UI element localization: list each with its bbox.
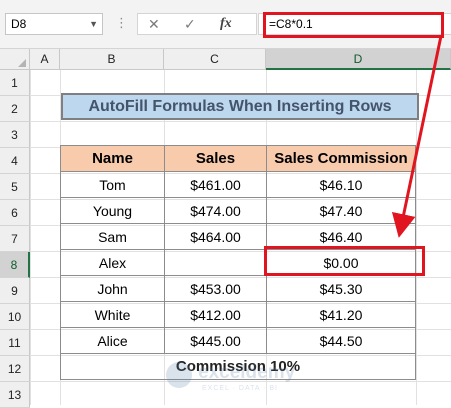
arrow-line (391, 35, 443, 238)
annotation-arrow (391, 35, 443, 238)
